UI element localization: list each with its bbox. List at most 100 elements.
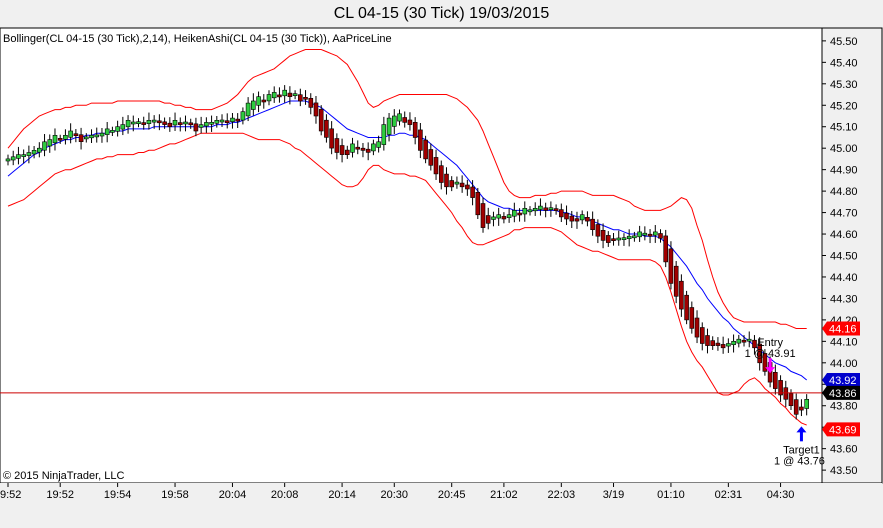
candle-body	[63, 135, 68, 140]
candle-body	[799, 406, 804, 411]
candle-body	[188, 122, 193, 126]
candle-body	[355, 146, 361, 150]
candle-body	[146, 120, 152, 125]
candle-body	[480, 203, 486, 228]
candle-body	[329, 128, 334, 149]
chart-window: CL 04-15 (30 Tick) 19/03/2015 45.50 45.40…	[0, 0, 883, 528]
candle-body	[731, 340, 736, 345]
candle-body	[506, 214, 512, 218]
x-tick-label: 20:08	[271, 489, 299, 501]
candle-body	[5, 158, 11, 162]
candle-body	[350, 143, 355, 153]
candle-body	[673, 265, 679, 297]
candle-body	[26, 152, 32, 156]
candle-body	[543, 207, 549, 211]
candle-body	[793, 399, 799, 415]
candle-body	[313, 102, 319, 117]
target-detail: 1 @ 43.76	[774, 455, 825, 467]
plot-area[interactable]	[0, 27, 823, 484]
y-tick-label: 43.60	[830, 444, 858, 456]
candle-body	[491, 216, 496, 220]
candle-body	[78, 134, 84, 142]
candle-body	[679, 280, 684, 310]
candle-body	[386, 117, 392, 135]
candle-body	[167, 122, 173, 127]
candle-body	[788, 393, 794, 406]
candle-body	[151, 119, 157, 123]
candle-body	[705, 335, 710, 346]
candle-body	[595, 224, 601, 237]
candle-body	[219, 119, 225, 123]
candle-body	[522, 208, 528, 215]
candle-body	[465, 184, 470, 190]
candle	[423, 135, 428, 164]
candle-body	[517, 212, 522, 216]
candle-body	[668, 248, 674, 284]
x-tick-label: 19:58	[161, 489, 189, 501]
candle-body	[308, 98, 314, 108]
candle-body	[47, 139, 53, 147]
x-tick-label: 19:54	[104, 489, 132, 501]
candle-body	[94, 134, 99, 138]
candle-body	[783, 387, 789, 400]
candle-body	[297, 94, 303, 102]
candle-body	[120, 124, 126, 130]
candle-body	[256, 96, 261, 106]
candle-body	[193, 123, 199, 132]
candle-body	[204, 122, 209, 127]
y-tick-label: 44.90	[830, 165, 858, 177]
candle-body	[715, 342, 721, 346]
y-tick-label: 43.50	[830, 465, 858, 477]
candle-body	[183, 121, 188, 125]
price-label: 43.86	[822, 385, 860, 400]
candle-body	[746, 338, 752, 342]
candle-body	[574, 218, 580, 222]
candle-body	[621, 237, 627, 240]
candle-body	[198, 124, 204, 128]
target-arrow-shaft	[799, 431, 803, 442]
candle-body	[752, 339, 757, 349]
candle-body	[261, 99, 267, 103]
y-tick-label: 44.00	[830, 358, 858, 370]
candle-body	[21, 154, 27, 157]
candle-body	[271, 92, 277, 99]
candle-body	[585, 217, 590, 222]
candle-body	[99, 132, 105, 137]
candle-body	[125, 120, 131, 128]
candle-body	[230, 117, 235, 122]
candle-body	[16, 154, 21, 159]
candle-body	[31, 150, 37, 155]
y-tick-label: 45.30	[830, 79, 858, 91]
candle-body	[318, 109, 324, 132]
indicators-label: Bollinger(CL 04-15 (30 Tick),2,14), Heik…	[3, 33, 392, 45]
candle-body	[110, 130, 115, 133]
candle-body	[637, 231, 642, 238]
candle-body	[402, 117, 408, 123]
candle-body	[600, 230, 606, 241]
candle-body	[694, 317, 700, 338]
x-tick-label: 22:03	[548, 489, 576, 501]
candle-body	[42, 141, 47, 151]
candle-body	[532, 208, 538, 212]
x-tick-label: 9:52	[0, 489, 21, 501]
candle-body	[412, 122, 418, 138]
candle-body	[647, 233, 653, 237]
candle	[318, 105, 324, 136]
candle-body	[558, 209, 564, 218]
candle-body	[57, 138, 63, 141]
candle	[684, 290, 689, 325]
x-tick-label: 01:10	[657, 489, 685, 501]
candle-body	[360, 147, 366, 151]
candle-body	[131, 121, 136, 125]
candle-body	[741, 339, 747, 343]
candle-body	[438, 165, 444, 183]
price-chart[interactable]: 45.50 45.40 45.30 45.20 45.10 45.00 44.90 44.80…	[0, 0, 883, 528]
candle-body	[485, 215, 491, 224]
candle-body	[36, 147, 42, 153]
candle-body	[590, 218, 595, 230]
candle-body	[251, 100, 256, 110]
candle-body	[115, 126, 120, 132]
candle-body	[245, 102, 251, 117]
candle-body	[720, 344, 726, 349]
candle-body	[73, 133, 79, 136]
